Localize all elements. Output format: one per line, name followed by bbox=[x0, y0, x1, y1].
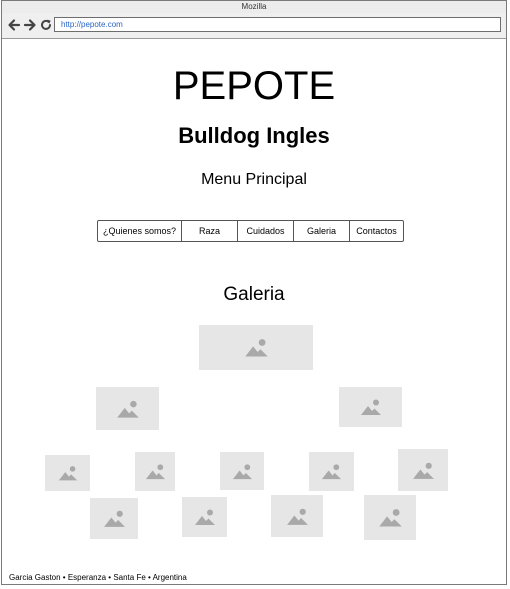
image-placeholder-icon bbox=[58, 466, 77, 481]
browser-toolbar: http://pepote.com bbox=[2, 13, 506, 39]
menu-heading: Menu Principal bbox=[201, 171, 307, 188]
image-placeholder-icon bbox=[244, 339, 268, 357]
menu-item-cuidados[interactable]: Cuidados bbox=[238, 221, 294, 241]
image-placeholder-icon bbox=[378, 509, 402, 527]
image-placeholder-icon bbox=[232, 463, 252, 479]
image-placeholder-icon bbox=[321, 464, 342, 480]
image-placeholder-icon bbox=[286, 508, 308, 525]
footer-text: Garcia Gaston • Esperanza • Santa Fe • A… bbox=[9, 573, 187, 582]
gallery-image[interactable] bbox=[182, 497, 227, 537]
gallery-image[interactable] bbox=[96, 387, 159, 430]
window-title: Mozilla bbox=[241, 2, 267, 11]
image-placeholder-icon bbox=[412, 462, 434, 479]
gallery-image[interactable] bbox=[45, 455, 90, 491]
main-menu: ¿Quienes somos? Raza Cuidados Galeria Co… bbox=[97, 220, 404, 242]
menu-item-galeria[interactable]: Galeria bbox=[294, 221, 350, 241]
image-placeholder-icon bbox=[116, 400, 139, 418]
gallery-image[interactable] bbox=[90, 498, 138, 539]
menu-item-raza[interactable]: Raza bbox=[182, 221, 238, 241]
address-bar[interactable]: http://pepote.com bbox=[54, 17, 501, 32]
browser-window: Mozilla http://pepote.com PEPOTE Bulldog… bbox=[1, 0, 507, 585]
image-placeholder-icon bbox=[360, 399, 381, 415]
site-subtitle: Bulldog Ingles bbox=[178, 123, 330, 148]
gallery-image[interactable] bbox=[220, 452, 264, 490]
gallery-image[interactable] bbox=[135, 452, 175, 491]
forward-arrow-icon[interactable] bbox=[23, 18, 37, 32]
gallery-image[interactable] bbox=[271, 495, 323, 537]
gallery-image[interactable] bbox=[339, 387, 402, 427]
gallery-image[interactable] bbox=[364, 495, 416, 540]
site-title: PEPOTE bbox=[172, 64, 336, 108]
page-content: PEPOTE Bulldog Ingles Menu Principal ¿Qu… bbox=[2, 39, 506, 584]
image-placeholder-icon bbox=[194, 509, 215, 525]
gallery-image[interactable] bbox=[199, 325, 313, 370]
image-placeholder-icon bbox=[145, 464, 165, 480]
menu-item-quienes-somos[interactable]: ¿Quienes somos? bbox=[98, 221, 182, 241]
image-placeholder-icon bbox=[103, 510, 125, 527]
reload-icon[interactable] bbox=[39, 18, 53, 32]
gallery-image[interactable] bbox=[398, 449, 448, 491]
menu-item-contactos[interactable]: Contactos bbox=[350, 221, 403, 241]
gallery-image[interactable] bbox=[309, 452, 354, 491]
gallery-heading: Galeria bbox=[223, 284, 285, 305]
back-arrow-icon[interactable] bbox=[7, 18, 21, 32]
